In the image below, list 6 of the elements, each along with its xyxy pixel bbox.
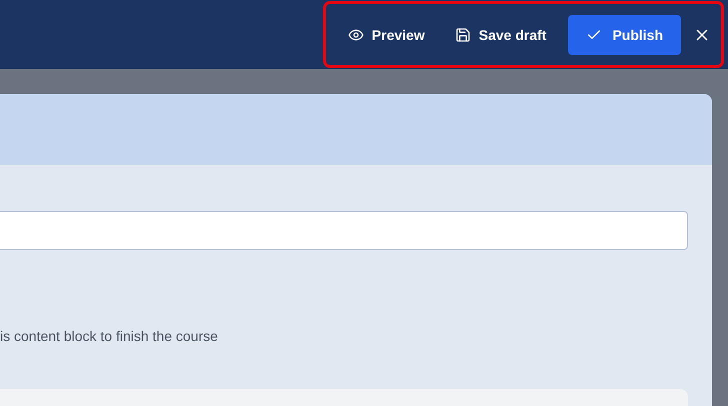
input-field[interactable] — [0, 211, 688, 250]
description-text: is content block to finish the course — [0, 328, 219, 344]
eye-icon — [348, 26, 364, 42]
publish-button[interactable]: Publish — [568, 14, 681, 54]
save-button[interactable]: Save draft — [442, 18, 558, 50]
preview-button[interactable]: Preview — [336, 18, 437, 50]
